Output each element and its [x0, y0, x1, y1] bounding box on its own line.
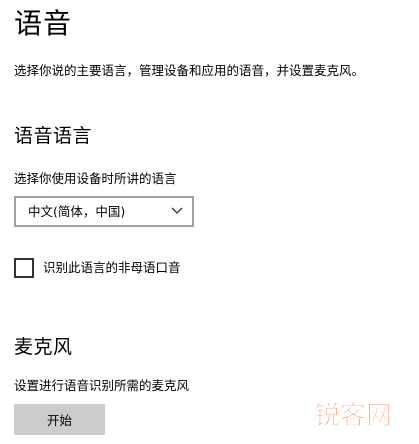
nonnative-accent-label: 识别此语言的非母语口音	[43, 260, 181, 275]
speech-settings-page: 语音 选择你说的主要语言，管理设备和应用的语音，并设置麦克风。 语音语言 选择你…	[0, 0, 419, 444]
page-description: 选择你说的主要语言，管理设备和应用的语音，并设置麦克风。	[14, 63, 365, 78]
nonnative-accent-checkbox[interactable]	[14, 258, 34, 278]
speech-language-heading: 语音语言	[14, 125, 93, 147]
speech-language-dropdown[interactable]: 中文(简体，中国)	[14, 196, 194, 227]
chevron-down-icon	[171, 207, 183, 214]
speech-language-selected-value: 中文(简体，中国)	[28, 203, 126, 219]
watermark-text: 锐客网	[314, 400, 392, 431]
site-watermark-logo: 锐客网	[314, 400, 393, 432]
page-title: 语音	[14, 7, 73, 40]
nonnative-accent-option[interactable]: 识别此语言的非母语口音	[14, 258, 181, 278]
speech-language-label: 选择你使用设备时所讲的语言	[14, 171, 177, 186]
microphone-label: 设置进行语音识别所需的麦克风	[14, 378, 190, 393]
microphone-start-button[interactable]: 开始	[14, 404, 105, 435]
microphone-heading: 麦克风	[14, 336, 73, 358]
